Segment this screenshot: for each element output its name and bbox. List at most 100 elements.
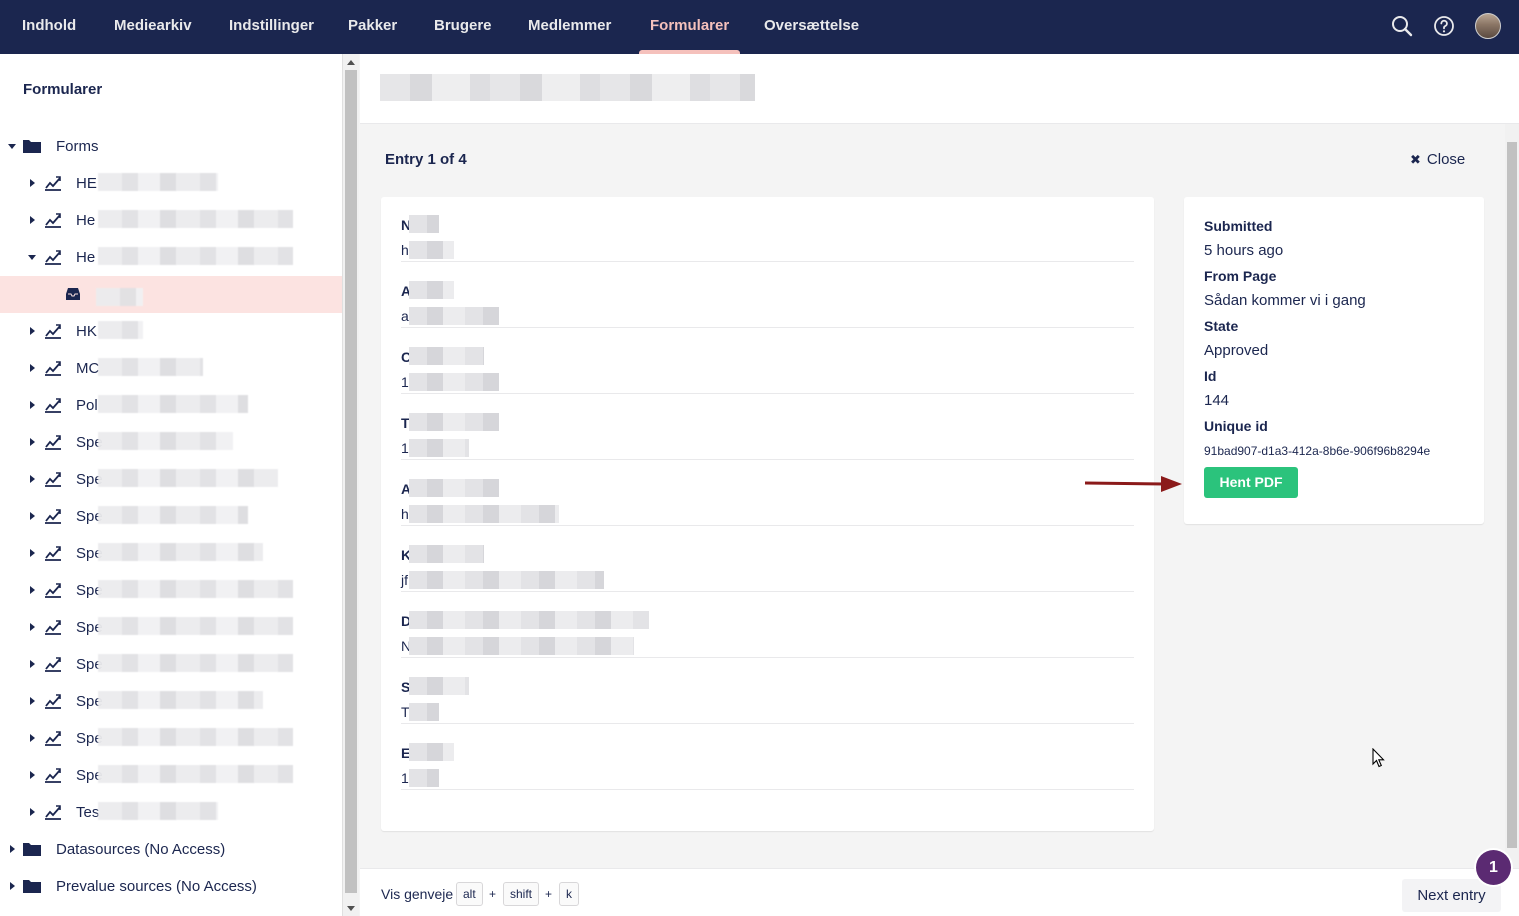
- chevron-right-icon[interactable]: [30, 771, 35, 779]
- close-button[interactable]: ✖ Close: [1410, 151, 1465, 168]
- state-value: Approved: [1204, 342, 1269, 359]
- chevron-right-icon[interactable]: [30, 808, 35, 816]
- tree-item-form[interactable]: Spe: [0, 646, 342, 683]
- redacted-name: [98, 395, 248, 413]
- entry-field: E1: [401, 725, 1134, 790]
- entry-field: C1: [401, 329, 1134, 394]
- redacted-value: [409, 505, 559, 523]
- chevron-right-icon[interactable]: [30, 586, 35, 594]
- redacted-name: [98, 469, 278, 487]
- redacted-value: [409, 637, 634, 655]
- key-shift: shift: [503, 882, 540, 906]
- chevron-right-icon[interactable]: [30, 734, 35, 742]
- tree-item-form[interactable]: Pol: [0, 387, 342, 424]
- chevron-down-icon[interactable]: [8, 144, 16, 149]
- redacted-name: [98, 173, 218, 191]
- id-label: Id: [1204, 368, 1217, 384]
- id-value: 144: [1204, 392, 1230, 409]
- redacted-name: [98, 802, 218, 820]
- chevron-right-icon[interactable]: [30, 512, 35, 520]
- unique-id-value: 91bad907-d1a3-412a-8b6e-906f96b8294e: [1204, 444, 1431, 458]
- nav-item-medlemmer[interactable]: Medlemmer: [528, 0, 611, 54]
- chevron-right-icon[interactable]: [30, 364, 35, 372]
- search-icon[interactable]: [1390, 14, 1414, 38]
- tree-item-form[interactable]: He: [0, 202, 342, 239]
- nav-item-brugere[interactable]: Brugere: [434, 0, 492, 54]
- nav-item-mediearkiv[interactable]: Mediearkiv: [114, 0, 192, 54]
- redacted-label: [409, 545, 484, 563]
- tree-item-form[interactable]: Spe: [0, 757, 342, 794]
- nav-item-pakker[interactable]: Pakker: [348, 0, 397, 54]
- from-page-value: Sådan kommer vi i gang: [1204, 292, 1366, 309]
- tree-item-form[interactable]: Spe: [0, 683, 342, 720]
- redacted-name: [96, 288, 143, 306]
- sidebar-tree: Formularer Forms Datasources (No Access)…: [0, 54, 343, 916]
- notification-badge[interactable]: 1: [1476, 850, 1511, 885]
- tree-item-form[interactable]: Spe: [0, 720, 342, 757]
- show-shortcuts-label[interactable]: Vis genveje: [381, 886, 453, 902]
- tree-item-form[interactable]: MC: [0, 350, 342, 387]
- from-page-label: From Page: [1204, 268, 1277, 284]
- folder-icon: [23, 140, 41, 153]
- tree-item-form[interactable]: Spe: [0, 424, 342, 461]
- redacted-label: [409, 743, 454, 761]
- sidebar-scrollbar-thumb[interactable]: [345, 70, 357, 893]
- redacted-name: [98, 432, 233, 450]
- redacted-label: [409, 611, 649, 629]
- tree-item-form[interactable]: Spe: [0, 535, 342, 572]
- scroll-up-arrow-icon[interactable]: [347, 60, 355, 65]
- chevron-down-icon[interactable]: [28, 255, 36, 260]
- tree-item-form[interactable]: Spe: [0, 609, 342, 646]
- redacted-label: [409, 347, 484, 365]
- next-entry-button[interactable]: Next entry: [1402, 879, 1501, 912]
- chevron-right-icon[interactable]: [10, 882, 15, 890]
- scroll-down-arrow-icon[interactable]: [347, 906, 355, 911]
- tree-item-form[interactable]: Spe: [0, 498, 342, 535]
- tree-item-entries-selected[interactable]: [0, 276, 342, 313]
- unique-id-label: Unique id: [1204, 418, 1268, 434]
- tree-root-forms[interactable]: Forms: [0, 128, 342, 165]
- main-scrollbar-thumb[interactable]: [1507, 142, 1517, 848]
- chevron-right-icon[interactable]: [30, 179, 35, 187]
- form-icon: [45, 546, 61, 561]
- nav-item-formularer[interactable]: Formularer: [638, 0, 741, 54]
- entry-field: ST: [401, 659, 1134, 724]
- field-value: h: [401, 506, 409, 522]
- chevron-right-icon[interactable]: [30, 623, 35, 631]
- chevron-right-icon[interactable]: [30, 660, 35, 668]
- tree-root-datasources[interactable]: Datasources (No Access): [0, 831, 342, 868]
- chevron-right-icon[interactable]: [30, 549, 35, 557]
- form-icon: [45, 176, 61, 191]
- redacted-name: [98, 654, 293, 672]
- user-avatar[interactable]: [1475, 13, 1501, 39]
- tree-item-form[interactable]: HK: [0, 313, 342, 350]
- field-value: 1: [401, 374, 409, 390]
- tree-label: HE: [76, 175, 97, 192]
- entry-field: DN: [401, 593, 1134, 658]
- chevron-right-icon[interactable]: [10, 845, 15, 853]
- key-k: k: [559, 882, 579, 906]
- redacted-name: [98, 321, 143, 339]
- chevron-right-icon[interactable]: [30, 438, 35, 446]
- tree-item-form[interactable]: Spe: [0, 461, 342, 498]
- tree-item-form[interactable]: Tes: [0, 794, 342, 831]
- download-pdf-button[interactable]: Hent PDF: [1204, 467, 1298, 498]
- chevron-right-icon[interactable]: [30, 475, 35, 483]
- chevron-right-icon[interactable]: [30, 327, 35, 335]
- redacted-name: [98, 617, 293, 635]
- state-label: State: [1204, 318, 1239, 334]
- redacted-label: [409, 215, 439, 233]
- chevron-right-icon[interactable]: [30, 697, 35, 705]
- tree-item-form[interactable]: Spe: [0, 572, 342, 609]
- help-icon[interactable]: [1432, 14, 1456, 38]
- chevron-right-icon[interactable]: [30, 401, 35, 409]
- tree-root-prevalue-sources[interactable]: Prevalue sources (No Access): [0, 868, 342, 905]
- tree-item-form[interactable]: HE: [0, 165, 342, 202]
- nav-item-indhold[interactable]: Indhold: [22, 0, 76, 54]
- nav-item-oversaettelse[interactable]: Oversættelse: [764, 0, 859, 54]
- tree-label: Prevalue sources (No Access): [56, 878, 257, 895]
- tree-item-form[interactable]: He: [0, 239, 342, 276]
- nav-item-indstillinger[interactable]: Indstillinger: [229, 0, 314, 54]
- redacted-label: [409, 677, 469, 695]
- chevron-right-icon[interactable]: [30, 216, 35, 224]
